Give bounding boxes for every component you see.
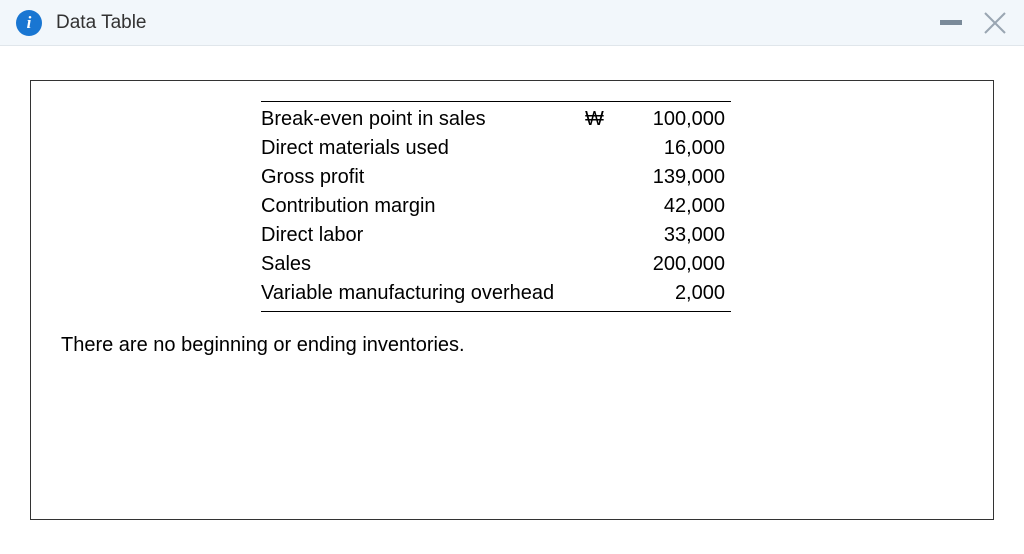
info-icon: i xyxy=(16,10,42,36)
row-currency xyxy=(581,163,621,192)
dialog-header: i Data Table xyxy=(0,0,1024,46)
row-value: 2,000 xyxy=(621,279,731,312)
row-label: Variable manufacturing overhead xyxy=(261,279,581,312)
row-value: 200,000 xyxy=(621,250,731,279)
row-label: Direct materials used xyxy=(261,134,581,163)
table-row: Variable manufacturing overhead 2,000 xyxy=(261,279,731,312)
row-currency xyxy=(581,192,621,221)
row-value: 42,000 xyxy=(621,192,731,221)
table-row: Sales 200,000 xyxy=(261,250,731,279)
row-currency: ₩ xyxy=(581,102,621,135)
row-label: Gross profit xyxy=(261,163,581,192)
header-left: i Data Table xyxy=(16,10,147,36)
row-currency xyxy=(581,250,621,279)
close-icon[interactable] xyxy=(982,10,1008,36)
table-row: Direct materials used 16,000 xyxy=(261,134,731,163)
row-value: 139,000 xyxy=(621,163,731,192)
dialog-title: Data Table xyxy=(56,12,147,34)
row-currency xyxy=(581,134,621,163)
minimize-icon[interactable] xyxy=(940,20,962,25)
table-row: Gross profit 139,000 xyxy=(261,163,731,192)
row-label: Contribution margin xyxy=(261,192,581,221)
row-value: 100,000 xyxy=(621,102,731,135)
row-value: 33,000 xyxy=(621,221,731,250)
dialog-content: Break-even point in sales ₩ 100,000 Dire… xyxy=(0,46,1024,554)
row-currency xyxy=(581,279,621,312)
header-controls xyxy=(940,10,1008,36)
table-row: Break-even point in sales ₩ 100,000 xyxy=(261,102,731,135)
row-value: 16,000 xyxy=(621,134,731,163)
row-label: Sales xyxy=(261,250,581,279)
data-box: Break-even point in sales ₩ 100,000 Dire… xyxy=(30,80,994,520)
row-currency xyxy=(581,221,621,250)
data-table: Break-even point in sales ₩ 100,000 Dire… xyxy=(261,101,731,312)
footnote-text: There are no beginning or ending invento… xyxy=(61,334,963,357)
table-row: Direct labor 33,000 xyxy=(261,221,731,250)
table-row: Contribution margin 42,000 xyxy=(261,192,731,221)
row-label: Break-even point in sales xyxy=(261,102,581,135)
row-label: Direct labor xyxy=(261,221,581,250)
